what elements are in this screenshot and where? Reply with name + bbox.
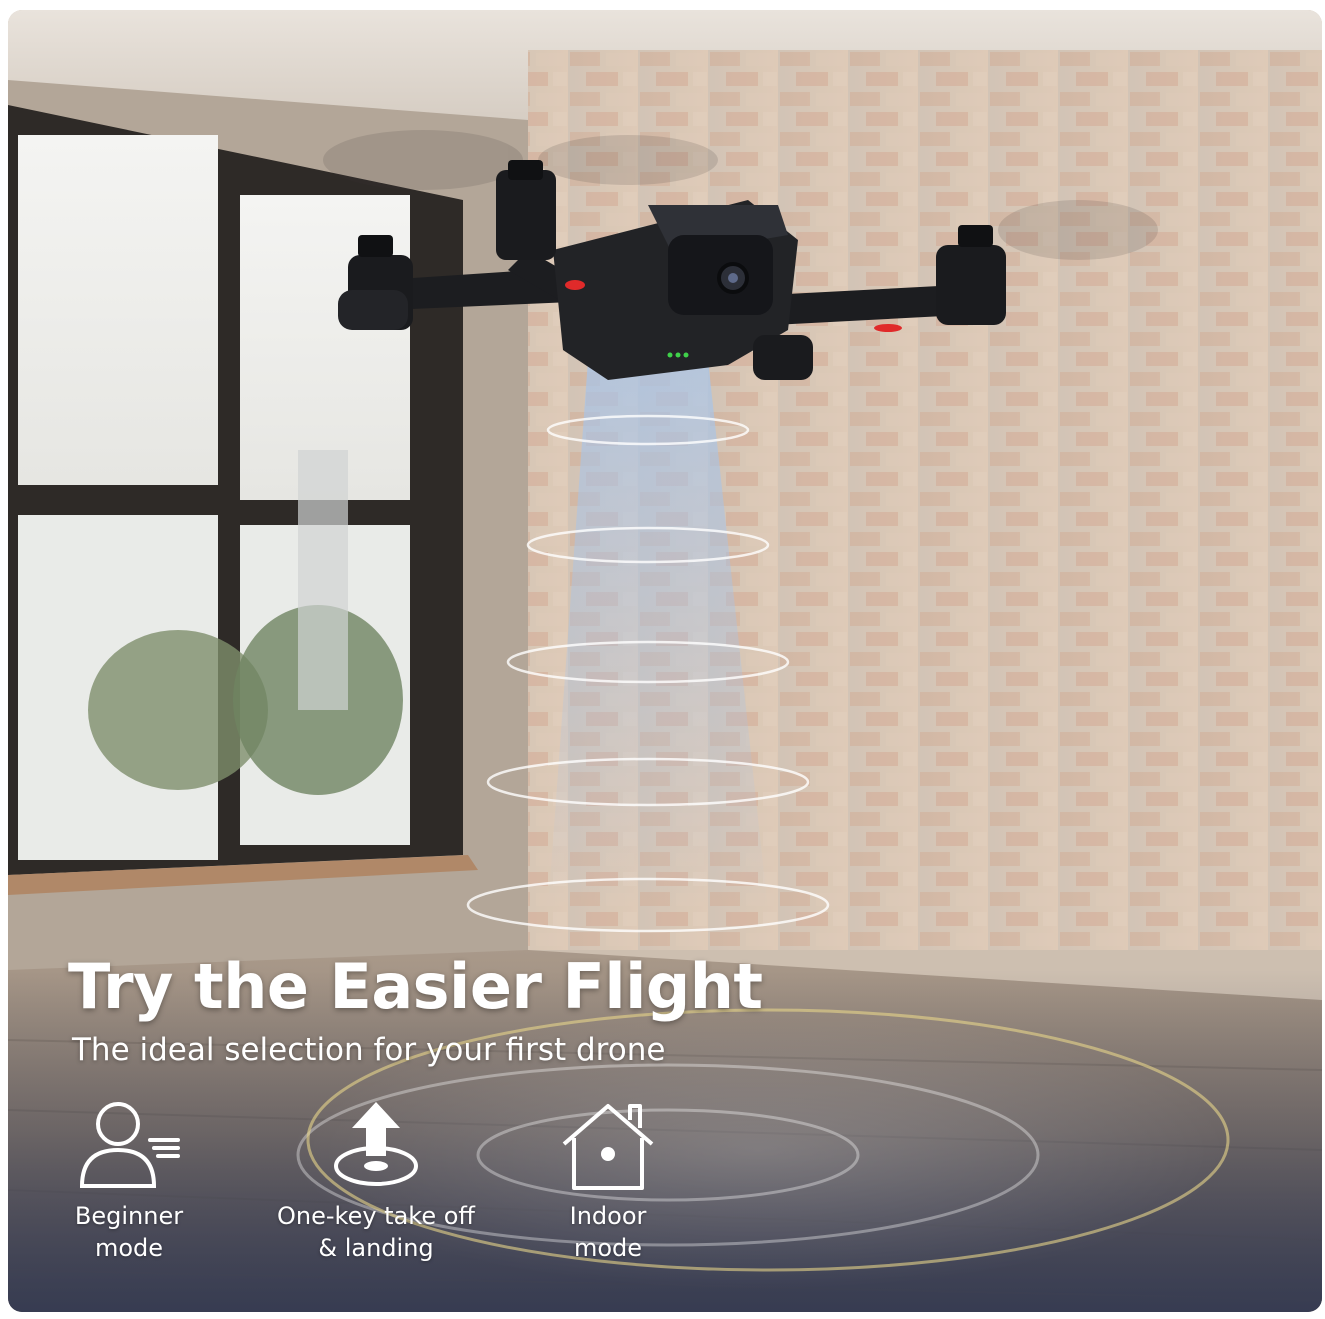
feature-label-indoor: Indoor mode <box>569 1202 647 1262</box>
feature-indoor-mode: Indoor mode <box>538 1100 678 1264</box>
beginner-user-icon <box>79 1102 180 1188</box>
feature-beginner-mode: Beginner mode <box>54 1100 204 1264</box>
feature-label-takeoff: One-key take off & landing <box>277 1202 475 1262</box>
takeoff-landing-arrow-icon <box>334 1102 418 1186</box>
feature-label-beginner: Beginner mode <box>74 1202 184 1262</box>
subheadline: The ideal selection for your first drone <box>72 1032 666 1068</box>
headline: Try the Easier Flight <box>68 950 763 1023</box>
house-icon <box>562 1104 654 1190</box>
feature-one-key-takeoff: One-key take off & landing <box>256 1100 496 1264</box>
product-image-frame: Try the Easier Flight The ideal selectio… <box>8 10 1322 1312</box>
